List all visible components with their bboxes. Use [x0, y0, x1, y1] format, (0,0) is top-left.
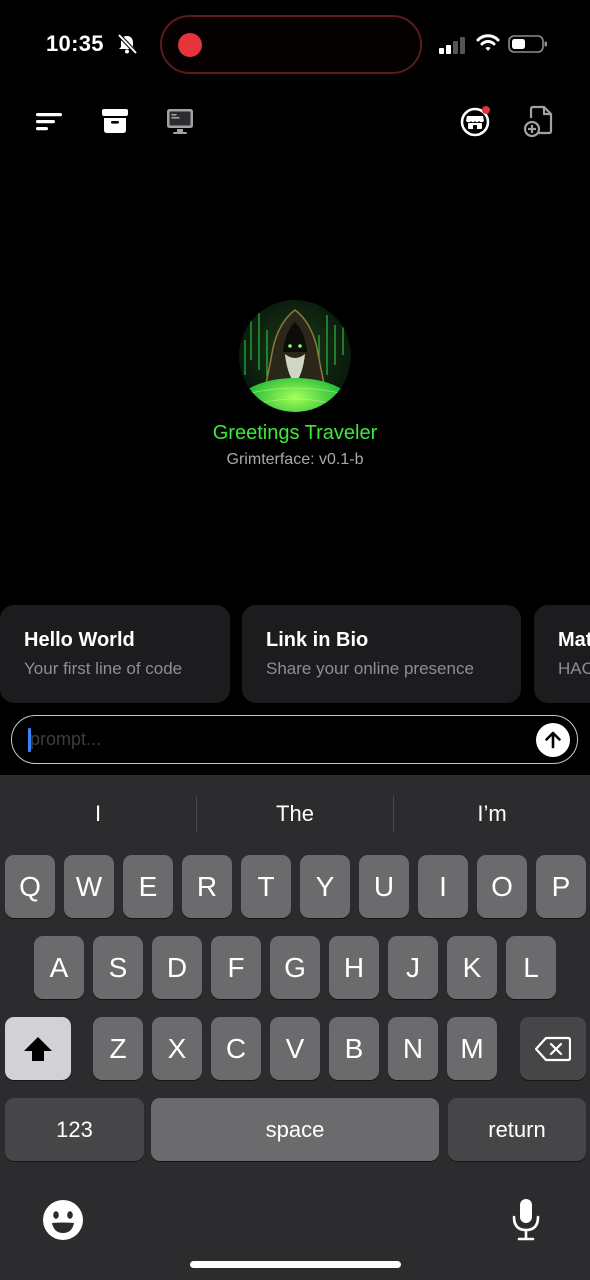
terminal-icon	[167, 109, 193, 134]
prediction-3[interactable]: I’m	[394, 775, 590, 853]
return-key[interactable]: return	[448, 1098, 586, 1161]
backspace-icon	[535, 1036, 571, 1061]
key-g[interactable]: G	[270, 936, 320, 999]
key-c[interactable]: C	[211, 1017, 261, 1080]
new-document-icon	[523, 105, 553, 138]
key-o[interactable]: O	[477, 855, 527, 918]
suggestion-title: Hello World	[24, 629, 135, 651]
suggestion-card-partial[interactable]: Mat HAC	[534, 605, 590, 703]
suggestion-subtitle: Your first line of code	[24, 659, 183, 678]
battery-icon	[508, 35, 547, 53]
key-f[interactable]: F	[211, 936, 261, 999]
new-document-button[interactable]	[522, 104, 556, 138]
prompt-input[interactable]	[30, 724, 510, 754]
text-caret	[28, 728, 31, 752]
shift-arrow-icon	[24, 1036, 52, 1061]
key-b[interactable]: B	[329, 1017, 379, 1080]
avatar	[239, 300, 351, 412]
send-button[interactable]	[536, 723, 570, 757]
key-u[interactable]: U	[359, 855, 409, 918]
archive-icon	[102, 109, 128, 133]
key-q[interactable]: Q	[5, 855, 55, 918]
status-bar: 10:35	[0, 0, 590, 90]
numbers-key[interactable]: 123	[5, 1098, 144, 1161]
key-y[interactable]: Y	[300, 855, 350, 918]
space-key[interactable]: space	[151, 1098, 439, 1161]
key-h[interactable]: H	[329, 936, 379, 999]
key-s[interactable]: S	[93, 936, 143, 999]
key-t[interactable]: T	[241, 855, 291, 918]
suggestion-card-hello-world[interactable]: Hello World Your first line of code	[0, 605, 230, 703]
key-l[interactable]: L	[506, 936, 556, 999]
version-label: Grimterface: v0.1-b	[226, 451, 364, 468]
prompt-bar	[11, 715, 578, 764]
store-button[interactable]	[458, 104, 492, 138]
key-d[interactable]: D	[152, 936, 202, 999]
suggestion-title: Link in Bio	[266, 629, 369, 651]
hooded-wizard-icon	[239, 300, 351, 412]
suggestion-card-link-in-bio[interactable]: Link in Bio Share your online presence	[242, 605, 521, 703]
bell-muted-icon	[117, 34, 138, 54]
home-indicator[interactable]	[190, 1261, 401, 1268]
key-v[interactable]: V	[270, 1017, 320, 1080]
key-n[interactable]: N	[388, 1017, 438, 1080]
key-x[interactable]: X	[152, 1017, 202, 1080]
key-k[interactable]: K	[447, 936, 497, 999]
suggestion-title: Mat	[558, 629, 590, 651]
store-icon	[460, 106, 490, 137]
suggestion-subtitle: HAC	[558, 659, 590, 678]
key-r[interactable]: R	[182, 855, 232, 918]
recording-indicator-icon	[178, 33, 202, 57]
terminal-button[interactable]	[163, 104, 197, 138]
key-e[interactable]: E	[123, 855, 173, 918]
menu-icon	[36, 113, 62, 131]
wifi-icon	[476, 34, 500, 51]
key-w[interactable]: W	[64, 855, 114, 918]
key-p[interactable]: P	[536, 855, 586, 918]
archive-button[interactable]	[98, 104, 132, 138]
dictation-button[interactable]	[503, 1197, 549, 1243]
prediction-2[interactable]: The	[197, 775, 393, 853]
key-z[interactable]: Z	[93, 1017, 143, 1080]
prediction-1[interactable]: I	[0, 775, 196, 853]
key-a[interactable]: A	[34, 936, 84, 999]
key-m[interactable]: M	[447, 1017, 497, 1080]
suggestion-carousel[interactable]: Hello World Your first line of code Link…	[0, 605, 590, 703]
greeting-title: Greetings Traveler	[212, 422, 378, 444]
shift-key[interactable]	[5, 1017, 71, 1080]
emoji-button[interactable]	[40, 1197, 86, 1243]
menu-button[interactable]	[32, 104, 66, 138]
key-i[interactable]: I	[418, 855, 468, 918]
key-j[interactable]: J	[388, 936, 438, 999]
status-time: 10:35	[46, 31, 104, 56]
keyboard: I The I’m Q W E R T Y U I O P A S D F G …	[0, 775, 590, 1280]
arrow-up-icon	[545, 731, 561, 749]
cellular-signal-icon	[439, 37, 465, 54]
microphone-icon	[512, 1199, 540, 1241]
dynamic-island[interactable]	[160, 15, 422, 74]
emoji-icon	[43, 1200, 83, 1240]
backspace-key[interactable]	[520, 1017, 586, 1080]
suggestion-subtitle: Share your online presence	[266, 659, 474, 678]
